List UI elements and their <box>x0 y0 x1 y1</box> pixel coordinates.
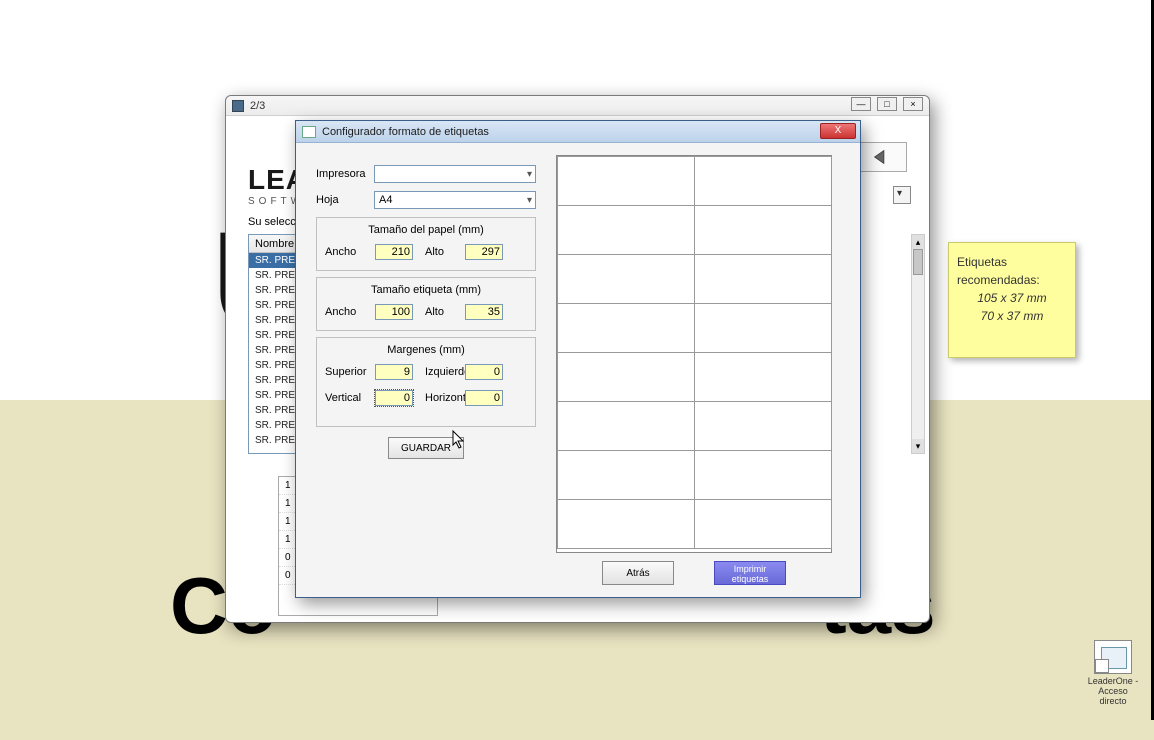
preview-cell <box>557 499 695 549</box>
margin-left-label: Izquierdo <box>413 366 465 378</box>
preview-cell <box>694 156 832 206</box>
config-dialog: Configurador formato de etiquetas X Impr… <box>295 120 861 598</box>
dialog-icon <box>302 126 316 138</box>
preview-cell <box>557 450 695 500</box>
preview-cell <box>694 450 832 500</box>
print-labels-button[interactable]: Imprimir etiquetas <box>714 561 786 585</box>
preview-cell <box>694 254 832 304</box>
parent-window-icon <box>232 100 244 112</box>
margins-group: Margenes (mm) Superior 9 Izquierdo 0 Ver… <box>316 337 536 427</box>
preview-cell <box>557 352 695 402</box>
sticky-note: Etiquetas recomendadas: 105 x 37 mm 70 x… <box>948 242 1076 358</box>
label-width-field[interactable]: 100 <box>375 304 413 320</box>
sticky-dimension: 105 x 37 mm <box>957 289 1067 307</box>
close-button[interactable]: × <box>903 97 923 111</box>
margin-horiz-field[interactable]: 0 <box>465 390 503 406</box>
shortcut-icon <box>1094 640 1132 674</box>
margins-title: Margenes (mm) <box>325 344 527 356</box>
preview-cell <box>557 254 695 304</box>
sheet-label: Hoja <box>316 194 374 206</box>
paper-width-label: Ancho <box>325 246 375 258</box>
label-width-label: Ancho <box>325 306 375 318</box>
label-size-title: Tamaño etiqueta (mm) <box>325 284 527 296</box>
back-dropdown-toggle[interactable] <box>893 186 911 204</box>
paper-size-title: Tamaño del papel (mm) <box>325 224 527 236</box>
maximize-button[interactable]: □ <box>877 97 897 111</box>
preview-cell <box>694 303 832 353</box>
parent-titlebar[interactable]: 2/3 — □ × <box>226 96 929 116</box>
arrow-left-icon <box>871 148 893 166</box>
margin-top-field[interactable]: 9 <box>375 364 413 380</box>
printer-label: Impresora <box>316 168 374 180</box>
preview-cell <box>557 401 695 451</box>
margin-left-field[interactable]: 0 <box>465 364 503 380</box>
margin-vert-field[interactable]: 0 <box>375 390 413 406</box>
sticky-line: recomendadas: <box>957 271 1067 289</box>
scroll-thumb[interactable] <box>913 249 923 275</box>
sticky-dimension: 70 x 37 mm <box>957 307 1067 325</box>
preview-cell <box>694 352 832 402</box>
dialog-title: Configurador formato de etiquetas <box>322 126 489 138</box>
printer-combo[interactable] <box>374 165 536 183</box>
minimize-button[interactable]: — <box>851 97 871 111</box>
preview-cell <box>557 205 695 255</box>
preview-cell <box>694 401 832 451</box>
dialog-close-button[interactable]: X <box>820 123 856 139</box>
back-button[interactable]: Atrás <box>602 561 674 585</box>
sticky-line: Etiquetas <box>957 253 1067 271</box>
preview-cell <box>557 303 695 353</box>
preview-cell <box>557 156 695 206</box>
preview-cell <box>694 499 832 549</box>
margin-horiz-label: Horizontal <box>413 392 465 404</box>
margin-top-label: Superior <box>325 366 375 378</box>
margin-vert-label: Vertical <box>325 392 375 404</box>
paper-height-field[interactable]: 297 <box>465 244 503 260</box>
label-height-field[interactable]: 35 <box>465 304 503 320</box>
paper-size-group: Tamaño del papel (mm) Ancho 210 Alto 297 <box>316 217 536 271</box>
sheet-combo[interactable]: A4 <box>374 191 536 209</box>
label-size-group: Tamaño etiqueta (mm) Ancho 100 Alto 35 <box>316 277 536 331</box>
parent-window-title: 2/3 <box>250 100 265 112</box>
preview-cell <box>694 205 832 255</box>
save-button[interactable]: GUARDAR <box>388 437 464 459</box>
scroll-up-icon[interactable]: ▴ <box>912 235 924 249</box>
nav-arrow-box[interactable] <box>857 142 907 172</box>
paper-width-field[interactable]: 210 <box>375 244 413 260</box>
scroll-down-icon[interactable]: ▾ <box>912 439 924 453</box>
label-height-label: Alto <box>413 306 465 318</box>
paper-height-label: Alto <box>413 246 465 258</box>
desktop-shortcut[interactable]: LeaderOne - Acceso directo <box>1084 640 1142 706</box>
dialog-titlebar[interactable]: Configurador formato de etiquetas X <box>296 121 860 143</box>
shortcut-label: LeaderOne - Acceso directo <box>1084 676 1142 706</box>
label-preview-grid <box>556 155 832 553</box>
scrollbar[interactable]: ▴ ▾ <box>911 234 925 454</box>
